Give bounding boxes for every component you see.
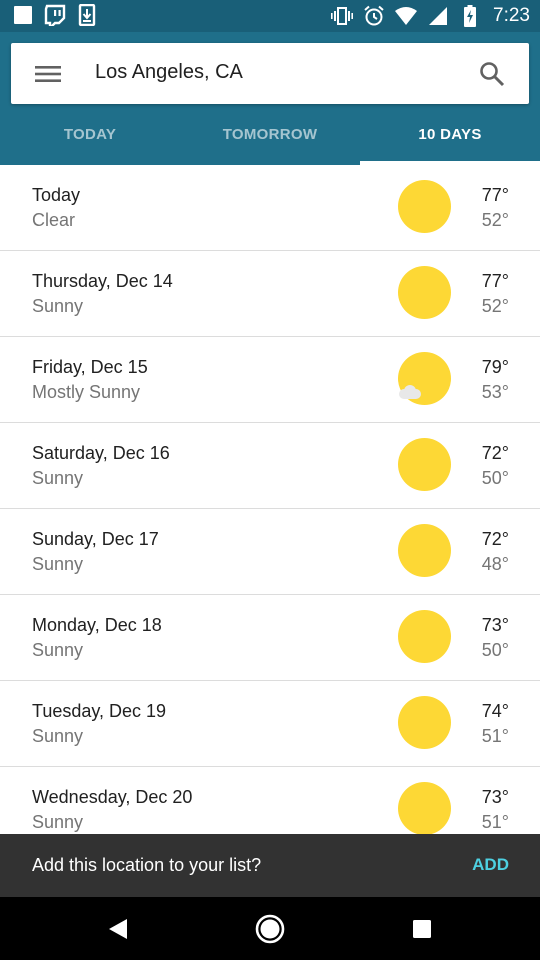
- status-time: 7:23: [493, 5, 530, 26]
- forecast-high: 79°: [481, 357, 509, 377]
- system-nav-bar: [0, 897, 540, 960]
- forecast-day: Wednesday, Dec 20: [32, 787, 193, 807]
- forecast-row[interactable]: Saturday, Dec 16 Sunny 72° 50°: [0, 423, 540, 509]
- forecast-day: Tuesday, Dec 19: [32, 701, 167, 721]
- sun-icon: [398, 696, 451, 749]
- forecast-row[interactable]: Monday, Dec 18 Sunny 73° 50°: [0, 595, 540, 681]
- forecast-high: 73°: [481, 787, 509, 807]
- signal-icon: [427, 5, 449, 27]
- forecast-high: 73°: [481, 615, 509, 635]
- forecast-condition: Sunny: [32, 640, 84, 660]
- forecast-day: Monday, Dec 18: [32, 615, 162, 635]
- app-bar: Los Angeles, CA TODAY TOMORROW 10 DAYS: [0, 32, 540, 165]
- tab-today[interactable]: TODAY: [0, 115, 180, 165]
- forecast-high: 77°: [481, 271, 509, 291]
- add-button[interactable]: ADD: [472, 855, 509, 875]
- tab-tomorrow[interactable]: TOMORROW: [180, 115, 360, 165]
- battery-charging-icon: [459, 5, 481, 27]
- forecast-day: Sunday, Dec 17: [32, 529, 159, 549]
- forecast-list[interactable]: Today Clear 77° 52° Thursday, Dec 14 Sun…: [0, 165, 540, 834]
- forecast-row[interactable]: Tuesday, Dec 19 Sunny 74° 51°: [0, 681, 540, 767]
- forecast-condition: Sunny: [32, 296, 84, 316]
- add-location-snackbar: Add this location to your list? ADD: [0, 834, 540, 897]
- search-box[interactable]: Los Angeles, CA: [11, 43, 529, 104]
- vibrate-icon: [331, 5, 354, 27]
- status-bar: 7:23: [0, 0, 540, 32]
- snackbar-message: Add this location to your list?: [32, 855, 262, 875]
- forecast-low: 50°: [481, 640, 509, 660]
- tab-10-days[interactable]: 10 DAYS: [360, 115, 540, 165]
- twitch-icon: [44, 4, 66, 26]
- cloud-icon: [396, 385, 422, 399]
- sun-icon: [398, 782, 451, 834]
- forecast-low: 52°: [481, 210, 509, 230]
- recents-icon[interactable]: [404, 911, 440, 947]
- sun-icon: [398, 266, 451, 319]
- sun-icon: [398, 524, 451, 577]
- download-icon: [76, 4, 98, 26]
- forecast-high: 72°: [481, 443, 509, 463]
- forecast-day: Saturday, Dec 16: [32, 443, 170, 463]
- home-icon[interactable]: [252, 911, 288, 947]
- menu-icon[interactable]: [33, 59, 63, 89]
- forecast-condition: Sunny: [32, 726, 84, 746]
- forecast-low: 53°: [481, 382, 509, 402]
- forecast-high: 74°: [481, 701, 509, 721]
- forecast-day: Thursday, Dec 14: [32, 271, 173, 291]
- back-icon[interactable]: [100, 911, 136, 947]
- location-text[interactable]: Los Angeles, CA: [95, 61, 243, 84]
- forecast-row[interactable]: Wednesday, Dec 20 Sunny 73° 51°: [0, 767, 540, 834]
- sun-icon: [398, 438, 451, 491]
- blank-notification-icon: [12, 4, 34, 26]
- forecast-condition: Sunny: [32, 812, 84, 832]
- forecast-low: 51°: [481, 726, 509, 746]
- forecast-row[interactable]: Friday, Dec 15 Mostly Sunny 79° 53°: [0, 337, 540, 423]
- sun-icon: [398, 180, 451, 233]
- forecast-condition: Mostly Sunny: [32, 382, 141, 402]
- forecast-row[interactable]: Sunday, Dec 17 Sunny 72° 48°: [0, 509, 540, 595]
- forecast-condition: Clear: [32, 210, 76, 230]
- forecast-high: 77°: [481, 185, 509, 205]
- forecast-day: Today: [32, 185, 81, 205]
- forecast-low: 51°: [481, 812, 509, 832]
- forecast-row[interactable]: Thursday, Dec 14 Sunny 77° 52°: [0, 251, 540, 337]
- tab-bar: TODAY TOMORROW 10 DAYS: [0, 115, 540, 165]
- sun-icon: [398, 610, 451, 663]
- forecast-condition: Sunny: [32, 468, 84, 488]
- forecast-low: 50°: [481, 468, 509, 488]
- forecast-low: 52°: [481, 296, 509, 316]
- forecast-day: Friday, Dec 15: [32, 357, 148, 377]
- forecast-condition: Sunny: [32, 554, 84, 574]
- forecast-low: 48°: [481, 554, 509, 574]
- forecast-high: 72°: [481, 529, 509, 549]
- search-icon[interactable]: [475, 57, 509, 91]
- alarm-icon: [363, 5, 385, 27]
- forecast-row[interactable]: Today Clear 77° 52°: [0, 165, 540, 251]
- wifi-icon: [395, 5, 418, 27]
